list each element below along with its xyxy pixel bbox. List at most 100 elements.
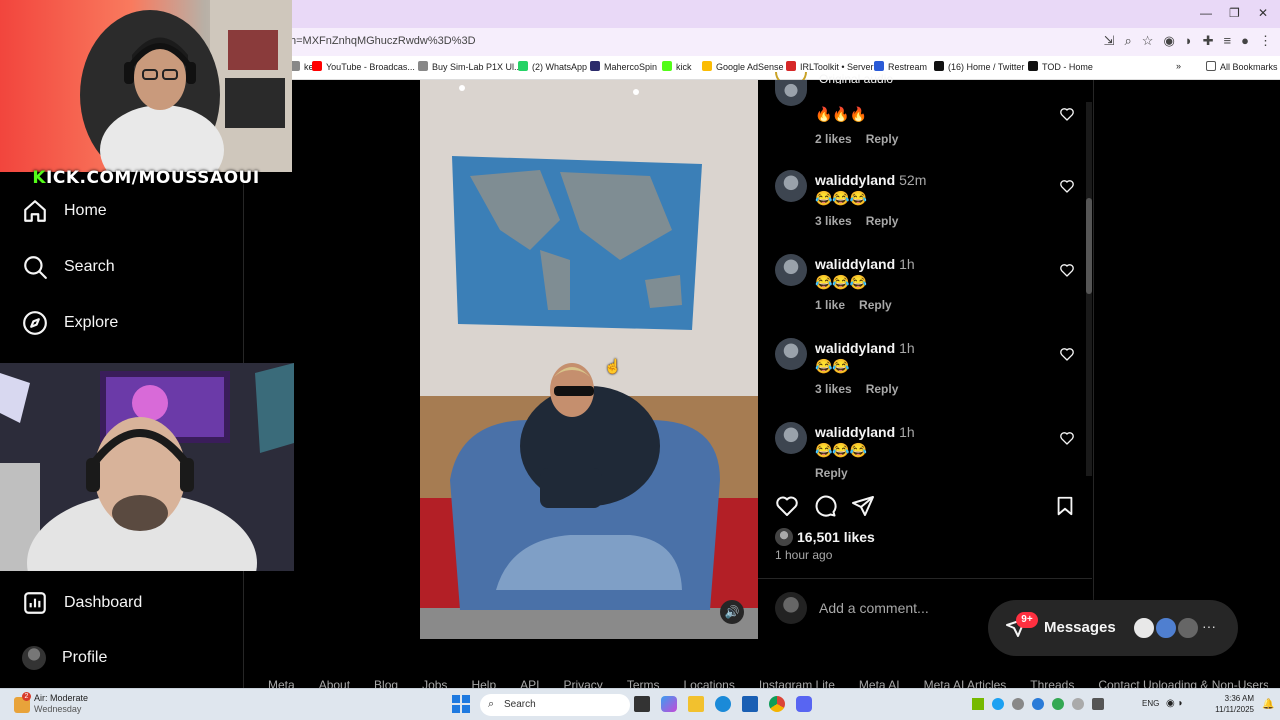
menu-icon[interactable]: ⋮ bbox=[1259, 33, 1272, 49]
copilot-icon[interactable] bbox=[661, 696, 677, 712]
windows-start-icon[interactable] bbox=[452, 695, 470, 713]
comment-likes[interactable]: 2 likes bbox=[815, 132, 852, 146]
close-icon[interactable]: ✕ bbox=[1258, 6, 1268, 20]
edge-icon[interactable] bbox=[715, 696, 731, 712]
restore-icon[interactable]: ❐ bbox=[1229, 6, 1240, 20]
media-icon[interactable]: ≡ bbox=[1224, 33, 1232, 49]
discord-icon[interactable] bbox=[796, 696, 812, 712]
install-icon[interactable]: ⇲ bbox=[1104, 33, 1115, 49]
comment-likes[interactable]: 1 like bbox=[815, 298, 845, 312]
taskbar-search[interactable]: ⌕ Search bbox=[480, 694, 630, 716]
heart-icon[interactable] bbox=[1059, 262, 1075, 278]
comment-username[interactable]: waliddyland 52m bbox=[815, 172, 926, 188]
task-view-icon[interactable] bbox=[634, 696, 650, 712]
more-icon[interactable]: ··· bbox=[1202, 618, 1216, 634]
tray-app-icon[interactable] bbox=[992, 698, 1004, 710]
bluetooth-icon[interactable] bbox=[1032, 698, 1044, 710]
likes-count[interactable]: 16,501 likes bbox=[797, 529, 875, 545]
comments-scrollbar[interactable] bbox=[1086, 102, 1092, 476]
heart-icon[interactable] bbox=[1059, 106, 1075, 122]
comment-likes[interactable]: 3 likes bbox=[815, 382, 852, 396]
bookmark-item[interactable]: Buy Sim-Lab P1X Ul... bbox=[418, 61, 522, 72]
post-likes[interactable]: 16,501 likes bbox=[775, 528, 875, 546]
comment-username[interactable]: waliddyland 1h bbox=[815, 340, 915, 356]
avatar[interactable] bbox=[775, 170, 807, 202]
file-explorer-icon[interactable] bbox=[688, 696, 704, 712]
avatar[interactable] bbox=[775, 254, 807, 286]
tray-app-icon[interactable] bbox=[1072, 698, 1084, 710]
tray-app-icon[interactable] bbox=[1052, 698, 1064, 710]
more-bookmarks-icon[interactable]: » bbox=[1176, 61, 1181, 71]
extension-icon[interactable]: ◉ bbox=[1163, 33, 1174, 49]
bookmark-item[interactable]: IRLToolkit • Server bbox=[786, 61, 874, 72]
username-text[interactable]: waliddyland bbox=[815, 424, 895, 440]
avatar[interactable] bbox=[775, 338, 807, 370]
notification-icon[interactable]: 🔔 bbox=[1262, 699, 1274, 710]
reply-button[interactable]: Reply bbox=[815, 466, 848, 480]
bookmark-item[interactable]: (16) Home / Twitter bbox=[934, 61, 1024, 72]
bookmark-label: (16) Home / Twitter bbox=[948, 62, 1025, 72]
bookmark-item[interactable]: (2) WhatsApp bbox=[518, 61, 587, 72]
comment-username[interactable]: waliddyland 1h bbox=[815, 424, 915, 440]
minimize-icon[interactable]: — bbox=[1200, 6, 1212, 20]
sidebar-item-label: Profile bbox=[62, 649, 108, 666]
clock-date: 11/11/2025 bbox=[1215, 705, 1254, 714]
post-media[interactable]: 🔊 ☝ bbox=[420, 80, 758, 639]
sidebar-item-explore[interactable]: Explore bbox=[22, 310, 118, 336]
username-text[interactable]: waliddyland bbox=[815, 340, 895, 356]
heart-icon[interactable] bbox=[1059, 178, 1075, 194]
store-icon[interactable] bbox=[742, 696, 758, 712]
sidebar-item-dashboard[interactable]: Dashboard bbox=[22, 590, 142, 616]
avatar[interactable] bbox=[775, 80, 807, 106]
sidebar-item-profile[interactable]: Profile bbox=[22, 646, 107, 670]
comment-likes[interactable]: 3 likes bbox=[815, 214, 852, 228]
chrome-icon[interactable] bbox=[769, 696, 785, 712]
reply-button[interactable]: Reply bbox=[866, 382, 899, 396]
bookmark-item[interactable]: Restream bbox=[874, 61, 927, 72]
bookmark-item[interactable]: TOD - Home bbox=[1028, 61, 1093, 72]
zoom-icon[interactable]: ⌕ bbox=[1125, 33, 1132, 49]
comment-username[interactable]: waliddyland 1h bbox=[815, 256, 915, 272]
profile-icon[interactable]: ● bbox=[1241, 33, 1249, 49]
tray-app-icon[interactable] bbox=[1012, 698, 1024, 710]
language-indicator[interactable]: ENG bbox=[1142, 699, 1159, 708]
messages-button[interactable]: 9+ Messages ··· bbox=[988, 600, 1238, 656]
username-text[interactable]: waliddyland bbox=[815, 172, 895, 188]
heart-icon[interactable] bbox=[1059, 346, 1075, 362]
weather-widget[interactable]: Air: Moderate Wednesday bbox=[34, 693, 88, 715]
puzzle-icon[interactable]: ✚ bbox=[1203, 33, 1214, 49]
like-heart-icon[interactable] bbox=[775, 494, 799, 518]
sidebar-item-home[interactable]: Home bbox=[22, 198, 107, 224]
bookmark-icon[interactable] bbox=[1054, 494, 1076, 518]
bookmark-item[interactable]: YouTube - Broadcas... bbox=[312, 61, 415, 72]
share-icon[interactable] bbox=[851, 494, 875, 518]
bookmark-item[interactable]: Google AdSense bbox=[702, 61, 784, 72]
comment-icon[interactable] bbox=[813, 494, 837, 518]
reply-button[interactable]: Reply bbox=[866, 132, 899, 146]
heart-icon[interactable] bbox=[1059, 430, 1075, 446]
volume-icon[interactable]: 🔊 bbox=[720, 600, 744, 624]
audio-icon[interactable]: ◗ bbox=[1185, 33, 1193, 49]
bookmark-item[interactable]: MahercoSpin bbox=[590, 61, 657, 72]
bookmark-item[interactable]: kick bbox=[662, 61, 692, 72]
scrollbar-thumb[interactable] bbox=[1086, 198, 1092, 294]
url-text[interactable]: h=MXFnZnhqMGhuczRwdw%3D%3D bbox=[290, 35, 476, 47]
clock[interactable]: 3:36 AM 11/11/2025 bbox=[1215, 693, 1254, 715]
comment-input[interactable]: Add a comment... bbox=[819, 600, 929, 616]
network-icon[interactable]: ◉ ◗ bbox=[1166, 698, 1184, 709]
reply-button[interactable]: Reply bbox=[859, 298, 892, 312]
taskbar-apps bbox=[634, 696, 812, 712]
all-bookmarks[interactable]: All Bookmarks bbox=[1206, 61, 1278, 72]
stream-url-label: KICK.COM/MOUSSAOUI bbox=[0, 168, 292, 188]
avatar bbox=[1132, 616, 1156, 640]
add-comment-row[interactable]: Add a comment... bbox=[775, 592, 929, 624]
sidebar-item-search[interactable]: Search bbox=[22, 254, 115, 280]
comment-meta: 1 like Reply bbox=[815, 298, 906, 312]
tray-app-icon[interactable] bbox=[1092, 698, 1104, 710]
nvidia-icon[interactable] bbox=[972, 698, 984, 710]
avatar[interactable] bbox=[775, 422, 807, 454]
reply-button[interactable]: Reply bbox=[866, 214, 899, 228]
post-audio[interactable]: Original audio bbox=[819, 72, 893, 84]
username-text[interactable]: waliddyland bbox=[815, 256, 895, 272]
star-icon[interactable]: ☆ bbox=[1142, 33, 1154, 49]
